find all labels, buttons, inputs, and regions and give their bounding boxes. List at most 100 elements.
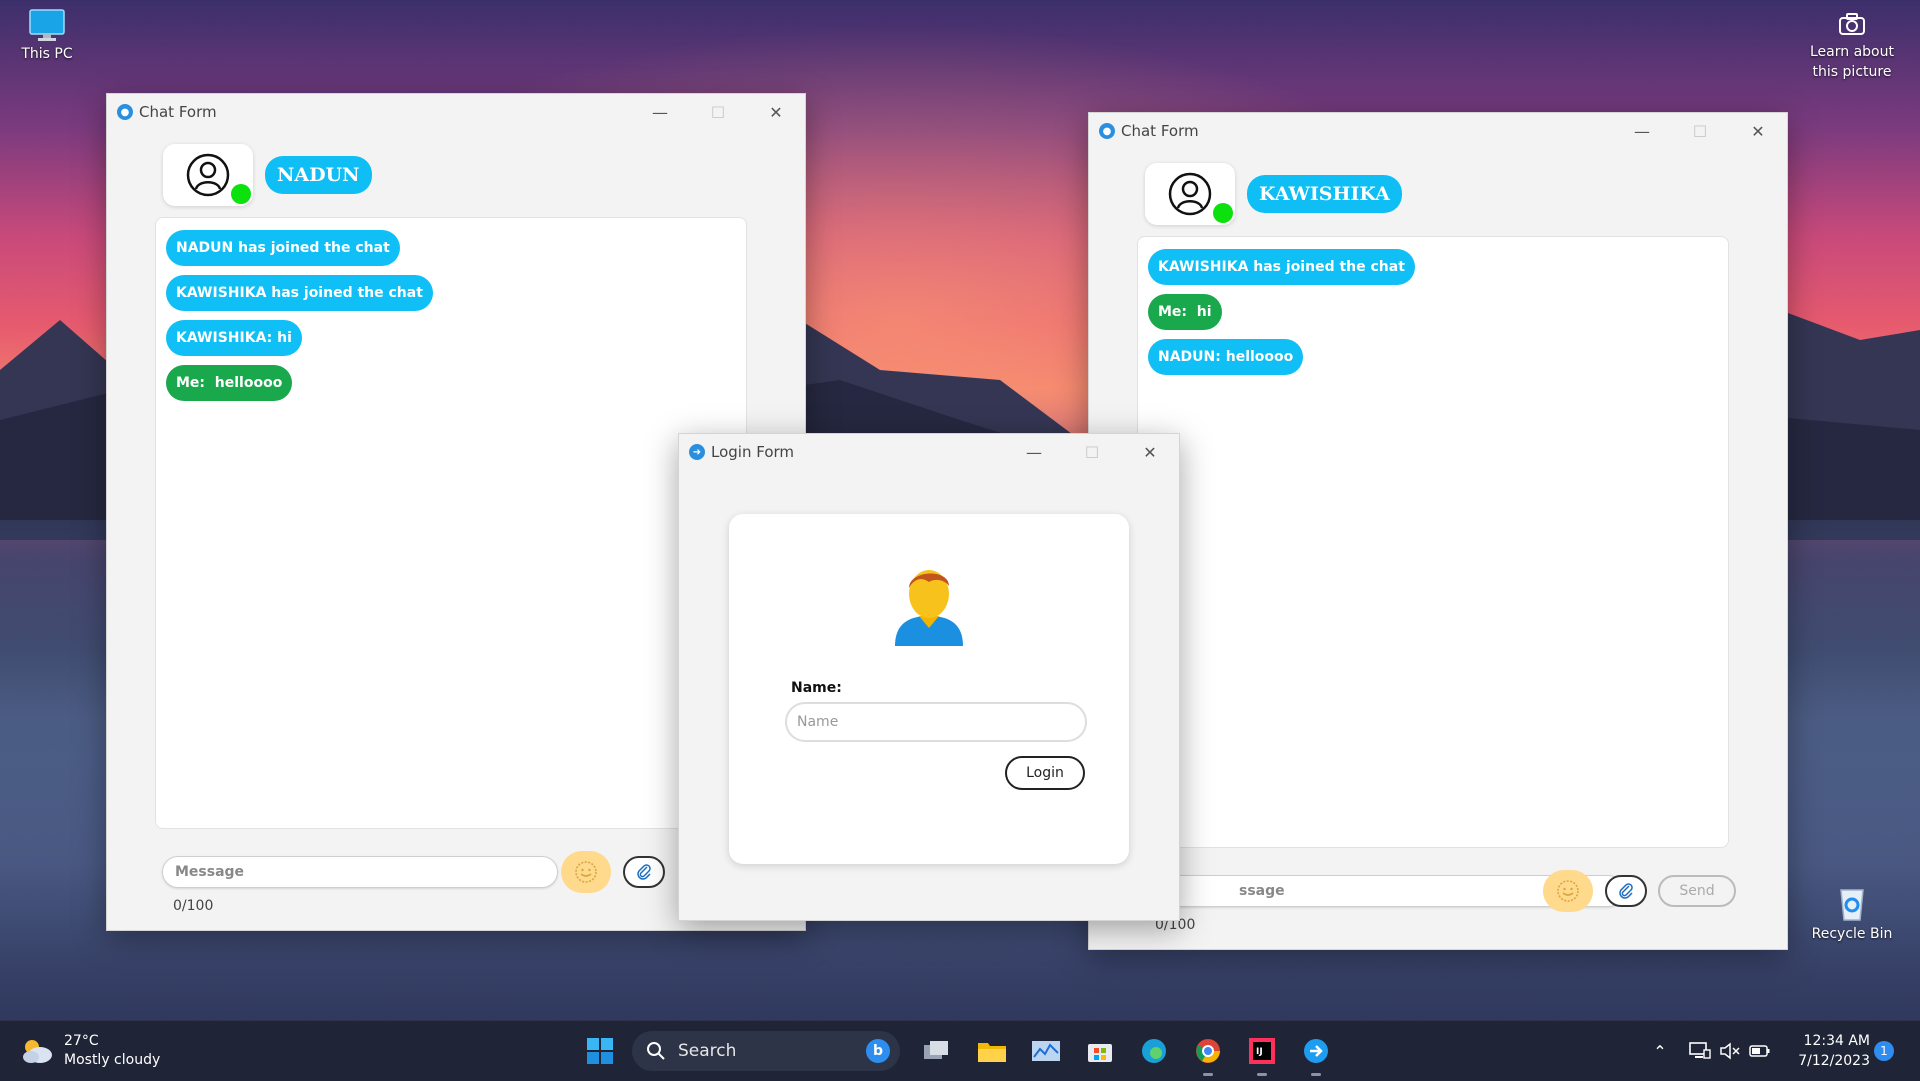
search-icon	[647, 1042, 665, 1060]
weather-widget[interactable]: 27°C Mostly cloudy	[20, 1031, 160, 1071]
minimize-button[interactable]: —	[1005, 434, 1063, 470]
search-label: Search	[678, 1041, 737, 1061]
recycle-bin-desktop-icon[interactable]: Recycle Bin	[1806, 884, 1898, 942]
chat-message-bubble: NADUN has joined the chat	[166, 230, 400, 266]
java-app-running-indicator	[1311, 1073, 1321, 1076]
chat-message-bubble: KAWISHIKA has joined the chat	[1148, 249, 1415, 285]
monitor-icon	[29, 9, 65, 41]
learn-label-line2: this picture	[1812, 64, 1892, 80]
login-window: ➜ Login Form — ☐ ✕ Name: Name Login	[678, 433, 1180, 921]
chrome-running-indicator	[1203, 1073, 1213, 1076]
chat-header: KAWISHIKA	[1145, 163, 1402, 225]
titlebar[interactable]: ● Chat Form — ☐ ✕	[1089, 113, 1787, 149]
clock[interactable]: 12:34 AM 7/12/2023	[1790, 1031, 1870, 1071]
user-avatar-icon	[895, 570, 963, 646]
chat-message-bubble: KAWISHIKA has joined the chat	[166, 275, 433, 311]
this-pc-desktop-icon[interactable]: This PC	[14, 8, 80, 62]
message-input[interactable]: Message	[162, 856, 558, 888]
user-name-badge: KAWISHIKA	[1247, 175, 1402, 213]
name-placeholder: Name	[797, 714, 839, 730]
store-icon[interactable]	[1080, 1031, 1120, 1071]
window-title: Chat Form	[139, 103, 217, 121]
battery-icon[interactable]	[1746, 1037, 1774, 1065]
login-app-icon: ➜	[689, 444, 705, 460]
message-list: KAWISHIKA has joined the chat Me: hi NADUN…	[1138, 237, 1728, 387]
taskbar: 27°C Mostly cloudy Search b IJ ⌃ 12:34 A…	[0, 1020, 1920, 1081]
recycle-bin-label: Recycle Bin	[1811, 926, 1893, 942]
camera-icon	[1839, 13, 1865, 35]
attach-button[interactable]	[1605, 875, 1647, 907]
close-button[interactable]: ✕	[1121, 434, 1179, 470]
learn-about-picture-icon[interactable]: Learn about this picture	[1800, 10, 1904, 82]
chat-message-bubble: NADUN: helloooo	[1148, 339, 1304, 375]
titlebar[interactable]: ● Chat Form — ☐ ✕	[107, 94, 805, 130]
edge-icon[interactable]	[1134, 1031, 1174, 1071]
notification-badge[interactable]: 1	[1874, 1041, 1894, 1061]
user-outline-icon	[186, 153, 230, 197]
java-app-icon[interactable]	[1296, 1031, 1336, 1071]
start-button[interactable]	[580, 1031, 620, 1071]
avatar	[163, 144, 253, 206]
online-status-dot	[1213, 203, 1233, 223]
message-list-panel[interactable]: KAWISHIKA has joined the chat Me: hi NADUN…	[1137, 236, 1729, 848]
window-title: Login Form	[711, 443, 795, 461]
date-text: 7/12/2023	[1798, 1053, 1870, 1069]
close-button[interactable]: ✕	[747, 94, 805, 130]
chat-window-kawishika: ● Chat Form — ☐ ✕ KAWISHIKA KAWISHIKA ha…	[1088, 112, 1788, 950]
avatar	[1145, 163, 1235, 225]
weather-desc: Mostly cloudy	[64, 1052, 161, 1068]
recycle-bin-icon	[1840, 889, 1864, 921]
task-view-icon[interactable]	[916, 1031, 956, 1071]
name-input[interactable]: Name	[785, 702, 1087, 742]
character-counter: 0/100	[173, 898, 214, 914]
login-card: Name: Name Login	[729, 514, 1129, 864]
message-list-panel[interactable]: NADUN has joined the chat KAWISHIKA has j…	[155, 217, 747, 829]
titlebar[interactable]: ➜ Login Form — ☐ ✕	[679, 434, 1179, 470]
user-outline-icon	[1168, 172, 1212, 216]
weather-temp: 27°C	[64, 1033, 99, 1049]
login-button[interactable]: Login	[1005, 756, 1085, 790]
volume-muted-icon[interactable]	[1716, 1037, 1744, 1065]
chat-header: NADUN	[163, 144, 372, 206]
chevron-up-icon[interactable]: ⌃	[1648, 1037, 1672, 1065]
taskbar-search[interactable]: Search b	[632, 1031, 900, 1071]
maximize-button[interactable]: ☐	[1671, 113, 1729, 149]
windows-logo-icon	[587, 1038, 613, 1064]
maximize-button[interactable]: ☐	[1063, 434, 1121, 470]
message-placeholder: Message	[175, 864, 245, 880]
smiley-icon	[575, 861, 597, 883]
user-name-badge: NADUN	[265, 156, 372, 194]
intellij-icon[interactable]: IJ	[1242, 1031, 1282, 1071]
learn-label-line1: Learn about	[1810, 44, 1894, 60]
paperclip-icon	[637, 864, 651, 880]
chat-message-bubble: Me: hi	[1148, 294, 1222, 330]
network-icon[interactable]	[1686, 1037, 1714, 1065]
attach-button[interactable]	[623, 856, 665, 888]
name-label: Name:	[791, 680, 842, 696]
bing-icon[interactable]: b	[866, 1039, 890, 1063]
chat-message-bubble: KAWISHIKA: hi	[166, 320, 302, 356]
send-button[interactable]: Send	[1658, 875, 1736, 907]
message-list: NADUN has joined the chat KAWISHIKA has j…	[156, 218, 746, 413]
chat-app-icon: ●	[1099, 123, 1115, 139]
intellij-running-indicator	[1257, 1073, 1267, 1076]
chrome-icon[interactable]	[1188, 1031, 1228, 1071]
minimize-button[interactable]: —	[631, 94, 689, 130]
minimize-button[interactable]: —	[1613, 113, 1671, 149]
emoji-button[interactable]	[561, 851, 611, 893]
online-status-dot	[231, 184, 251, 204]
time-text: 12:34 AM	[1803, 1033, 1870, 1049]
monitor-app-icon[interactable]	[1026, 1031, 1066, 1071]
maximize-button[interactable]: ☐	[689, 94, 747, 130]
cloudy-weather-icon	[23, 1040, 52, 1063]
chat-message-bubble: Me: helloooo	[166, 365, 293, 401]
svg-text:IJ: IJ	[1256, 1047, 1263, 1057]
emoji-button[interactable]	[1543, 870, 1593, 912]
this-pc-label: This PC	[21, 46, 73, 62]
smiley-icon	[1557, 880, 1579, 902]
chat-app-icon: ●	[117, 104, 133, 120]
paperclip-icon	[1619, 883, 1633, 899]
window-title: Chat Form	[1121, 122, 1199, 140]
file-explorer-icon[interactable]	[972, 1031, 1012, 1071]
close-button[interactable]: ✕	[1729, 113, 1787, 149]
